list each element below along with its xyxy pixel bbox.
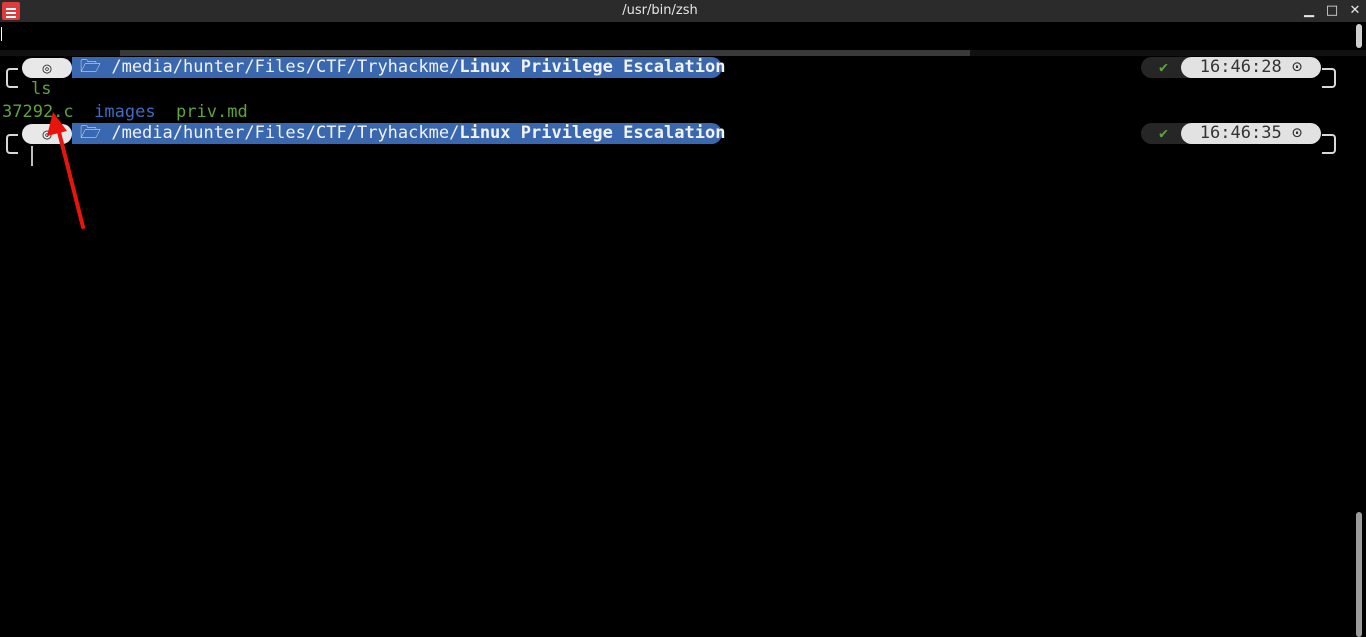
arrow-head xyxy=(47,112,67,136)
annotation-arrow xyxy=(47,112,85,229)
arrow-shaft xyxy=(56,126,85,229)
terminal-scrollbar[interactable] xyxy=(1356,512,1362,637)
